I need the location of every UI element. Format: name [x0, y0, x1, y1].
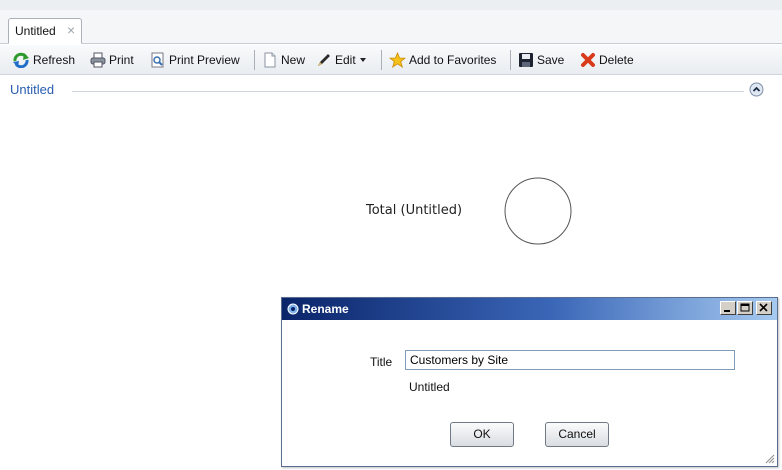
delete-x-icon — [581, 53, 595, 67]
toolbar: Refresh Print Print Preview New Edit Add… — [0, 45, 782, 75]
add-to-favorites-label: Add to Favorites — [409, 53, 497, 67]
rename-dialog: Rename Title Untitled OK Cancel — [281, 297, 778, 467]
tab-untitled[interactable]: Untitled × — [8, 18, 82, 44]
save-label: Save — [537, 53, 565, 67]
chevron-down-icon[interactable] — [359, 55, 367, 65]
refresh-button[interactable]: Refresh — [12, 51, 75, 69]
minimize-icon — [724, 310, 730, 312]
save-button[interactable]: Save — [518, 51, 564, 69]
section-divider — [72, 91, 744, 92]
star-icon — [389, 52, 406, 68]
print-label: Print — [109, 53, 134, 67]
refresh-label: Refresh — [33, 53, 76, 67]
dialog-title-bar[interactable]: Rename — [282, 298, 777, 320]
print-preview-label: Print Preview — [169, 53, 240, 67]
toolbar-divider — [254, 50, 255, 70]
new-button[interactable]: New — [262, 51, 305, 69]
maximize-button[interactable] — [737, 301, 753, 315]
print-button[interactable]: Print — [90, 51, 134, 69]
section-title: Untitled — [10, 82, 61, 97]
delete-button[interactable]: Delete — [580, 51, 634, 69]
cancel-button[interactable]: Cancel — [545, 422, 609, 447]
new-document-icon — [264, 52, 276, 68]
title-field[interactable] — [405, 350, 735, 370]
app-icon — [287, 303, 299, 315]
dialog-title: Rename — [302, 302, 349, 316]
refresh-icon — [13, 52, 29, 68]
new-label: New — [281, 53, 306, 67]
empty-pie-chart — [504, 177, 572, 245]
minimize-button[interactable] — [720, 301, 736, 315]
edit-button[interactable]: Edit — [316, 51, 370, 69]
delete-label: Delete — [599, 53, 634, 67]
tab-bar: Untitled × — [0, 10, 782, 44]
print-preview-button[interactable]: Print Preview — [150, 51, 240, 69]
resize-grip-icon[interactable] — [763, 452, 775, 464]
toolbar-divider — [510, 50, 511, 70]
chart-total-label: Total (Untitled) — [366, 203, 463, 218]
ok-button[interactable]: OK — [450, 422, 514, 447]
top-band — [0, 0, 782, 10]
pencil-icon — [318, 54, 330, 66]
title-field-label: Title — [370, 355, 393, 369]
original-name-text: Untitled — [409, 380, 450, 394]
close-icon[interactable]: × — [67, 22, 75, 38]
chevron-up-circle-icon[interactable] — [749, 82, 764, 97]
edit-label: Edit — [335, 53, 356, 67]
add-to-favorites-button[interactable]: Add to Favorites — [389, 51, 496, 69]
printer-icon — [90, 52, 106, 68]
print-preview-icon — [151, 52, 164, 68]
close-icon — [759, 303, 768, 312]
toolbar-divider — [381, 50, 382, 70]
pie-outline — [504, 177, 572, 245]
save-disk-icon — [519, 53, 533, 67]
close-button[interactable] — [756, 301, 772, 315]
maximize-icon — [740, 303, 750, 312]
tab-label: Untitled — [15, 24, 56, 38]
